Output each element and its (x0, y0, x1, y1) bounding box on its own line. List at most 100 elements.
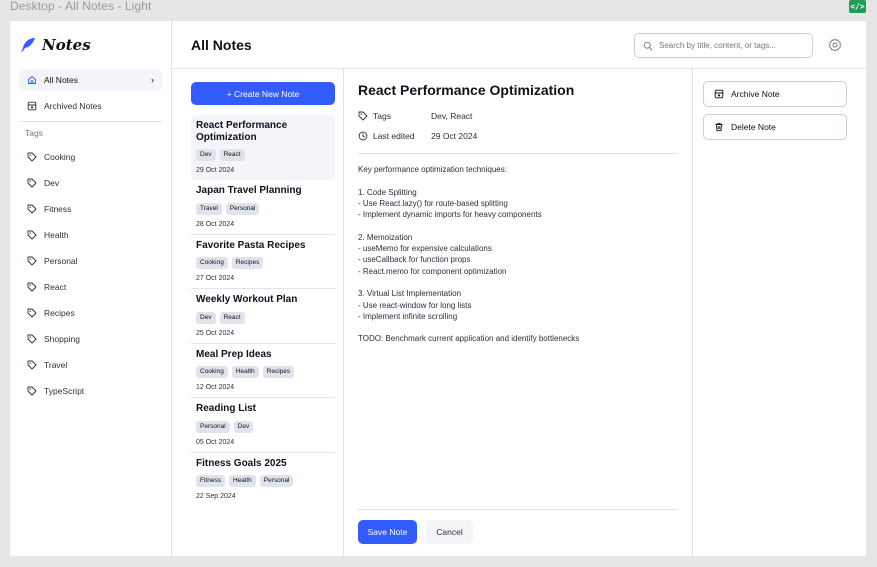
note-body-line: 3. Virtual List Implementation (358, 289, 462, 299)
note-heading[interactable]: React Performance Optimization (358, 82, 574, 98)
note-tags: Personal Dev (196, 420, 330, 433)
sidebar-tag-react[interactable]: React (19, 276, 162, 298)
delete-note-button[interactable]: Delete Note (703, 114, 847, 140)
note-list-item[interactable]: Japan Travel Planning Travel Personal 28… (191, 180, 335, 235)
note-list-item[interactable]: Weekly Workout Plan Dev React 25 Oct 202… (191, 289, 335, 344)
note-date: 28 Oct 2024 (196, 220, 235, 228)
note-body-line: 2. Memoization (358, 232, 413, 242)
archive-note-button[interactable]: Archive Note (703, 81, 847, 107)
tag-pill: React (219, 311, 245, 324)
note-body[interactable]: Key performance optimization techniques:… (358, 164, 678, 345)
tag-label: React (44, 282, 67, 292)
tag-label: Health (44, 230, 69, 240)
header: All Notes (172, 21, 866, 69)
cancel-button[interactable]: Cancel (426, 520, 473, 544)
sidebar-tag-travel[interactable]: Travel (19, 354, 162, 376)
trash-icon (715, 122, 723, 132)
note-date: 29 Oct 2024 (196, 167, 235, 174)
note-title: Reading List (196, 403, 257, 414)
chevron-right-icon: › (151, 75, 154, 85)
tag-icon (358, 111, 368, 121)
search-input[interactable] (659, 41, 799, 50)
code-badge-icon[interactable]: </> (849, 0, 866, 13)
note-body-line: TODO: Benchmark current application and … (358, 334, 580, 344)
note-title: Favorite Pasta Recipes (196, 239, 306, 251)
tag-pill: Personal (259, 475, 294, 487)
note-list-item[interactable]: Reading List Personal Dev 05 Oct 2024 (191, 398, 335, 453)
note-tags: Travel Personal (196, 202, 330, 215)
note-title: Meal Prep Ideas (196, 348, 272, 360)
tag-label: Dev (44, 178, 60, 188)
note-date: 05 Oct 2024 (196, 438, 235, 446)
note-list-item[interactable]: React Performance Optimization Dev React… (191, 115, 335, 180)
page-title: All Notes (191, 37, 252, 53)
sidebar-tag-personal[interactable]: Personal (19, 250, 162, 272)
note-title: Weekly Workout Plan (196, 294, 298, 305)
tag-label: Cooking (44, 152, 76, 162)
sidebar-tag-recipes[interactable]: Recipes (19, 302, 162, 324)
logo-text: Notes (42, 36, 91, 54)
last-edited-label: Last edited (373, 131, 415, 141)
save-note-button[interactable]: Save Note (358, 520, 417, 544)
tag-pill: Dev (196, 149, 216, 161)
sidebar-item-archived-notes[interactable]: Archived Notes (19, 95, 162, 117)
note-body-line (358, 220, 678, 231)
note-body-line (358, 277, 678, 288)
create-new-note-button[interactable]: + Create New Note (191, 82, 335, 105)
note-tags: Cooking Recipes (196, 257, 330, 269)
note-list-item[interactable]: Fitness Goals 2025 Fitness Health Person… (191, 453, 335, 507)
tags-label: Tags (373, 111, 391, 121)
sidebar-tag-health[interactable]: Health (19, 224, 162, 246)
sidebar-tag-shopping[interactable]: Shopping (19, 328, 162, 350)
note-body-line: - Implement infinite scrolling (358, 311, 458, 321)
note-tags: Fitness Health Personal (196, 475, 330, 487)
sidebar-nav: All Notes › Archived Notes Tags Cooking … (19, 69, 162, 406)
sidebar-tag-cooking[interactable]: Cooking (19, 146, 162, 168)
notes-list-column: + Create New Note React Performance Opti… (172, 69, 344, 556)
archive-icon (27, 101, 37, 111)
note-tags: Dev React (196, 311, 330, 324)
delete-note-label: Delete Note (731, 122, 776, 132)
note-date: 12 Oct 2024 (196, 384, 235, 391)
search-box[interactable] (634, 33, 813, 58)
tag-pill: Cooking (196, 366, 228, 378)
sidebar-tag-fitness[interactable]: Fitness (19, 198, 162, 220)
home-icon (28, 76, 36, 84)
archive-note-label: Archive Note (731, 89, 780, 99)
settings-gear-icon[interactable] (828, 38, 842, 52)
tag-icon (27, 282, 37, 292)
note-title: React Performance Optimization (196, 120, 288, 143)
tag-icon (27, 152, 37, 162)
sidebar-tag-typescript[interactable]: TypeScript (19, 380, 162, 402)
tag-pill: Recipes (231, 257, 264, 269)
note-date: 22 Sep 2024 (196, 493, 236, 500)
tag-icon (27, 334, 37, 344)
logo[interactable]: Notes (20, 36, 91, 54)
tags-value[interactable]: Dev, React (431, 111, 472, 121)
note-date: 25 Oct 2024 (196, 329, 235, 337)
note-list-item[interactable]: Meal Prep Ideas Cooking Health Recipes 1… (191, 344, 335, 398)
tag-pill: Travel (196, 202, 222, 215)
tags-heading: Tags (25, 128, 43, 138)
divider (358, 153, 678, 154)
note-body-line: - useCallback for function props (358, 255, 471, 265)
tag-label: TypeScript (44, 386, 85, 396)
app-window: Notes All Notes › Archived Notes Tags Co… (10, 21, 866, 556)
note-body-line: - React.memo for component optimization (358, 266, 507, 276)
note-date: 27 Oct 2024 (196, 275, 235, 282)
feather-logo-icon (21, 38, 35, 52)
archive-icon (714, 89, 724, 99)
note-body-line: - Implement dynamic imports for heavy co… (358, 210, 542, 220)
sidebar-item-all-notes[interactable]: All Notes › (19, 69, 162, 91)
frame-label: Desktop - All Notes - Light (10, 0, 152, 13)
tag-label: Personal (44, 256, 78, 266)
sidebar-item-label: Archived Notes (44, 101, 102, 111)
divider (358, 509, 678, 510)
note-list-item[interactable]: Favorite Pasta Recipes Cooking Recipes 2… (191, 235, 335, 289)
divider (19, 121, 162, 122)
sidebar-tag-dev[interactable]: Dev (19, 172, 162, 194)
note-title: Japan Travel Planning (196, 185, 302, 196)
tag-icon (27, 178, 37, 188)
tag-pill: Health (228, 475, 256, 487)
tag-pill: Health (231, 366, 259, 378)
